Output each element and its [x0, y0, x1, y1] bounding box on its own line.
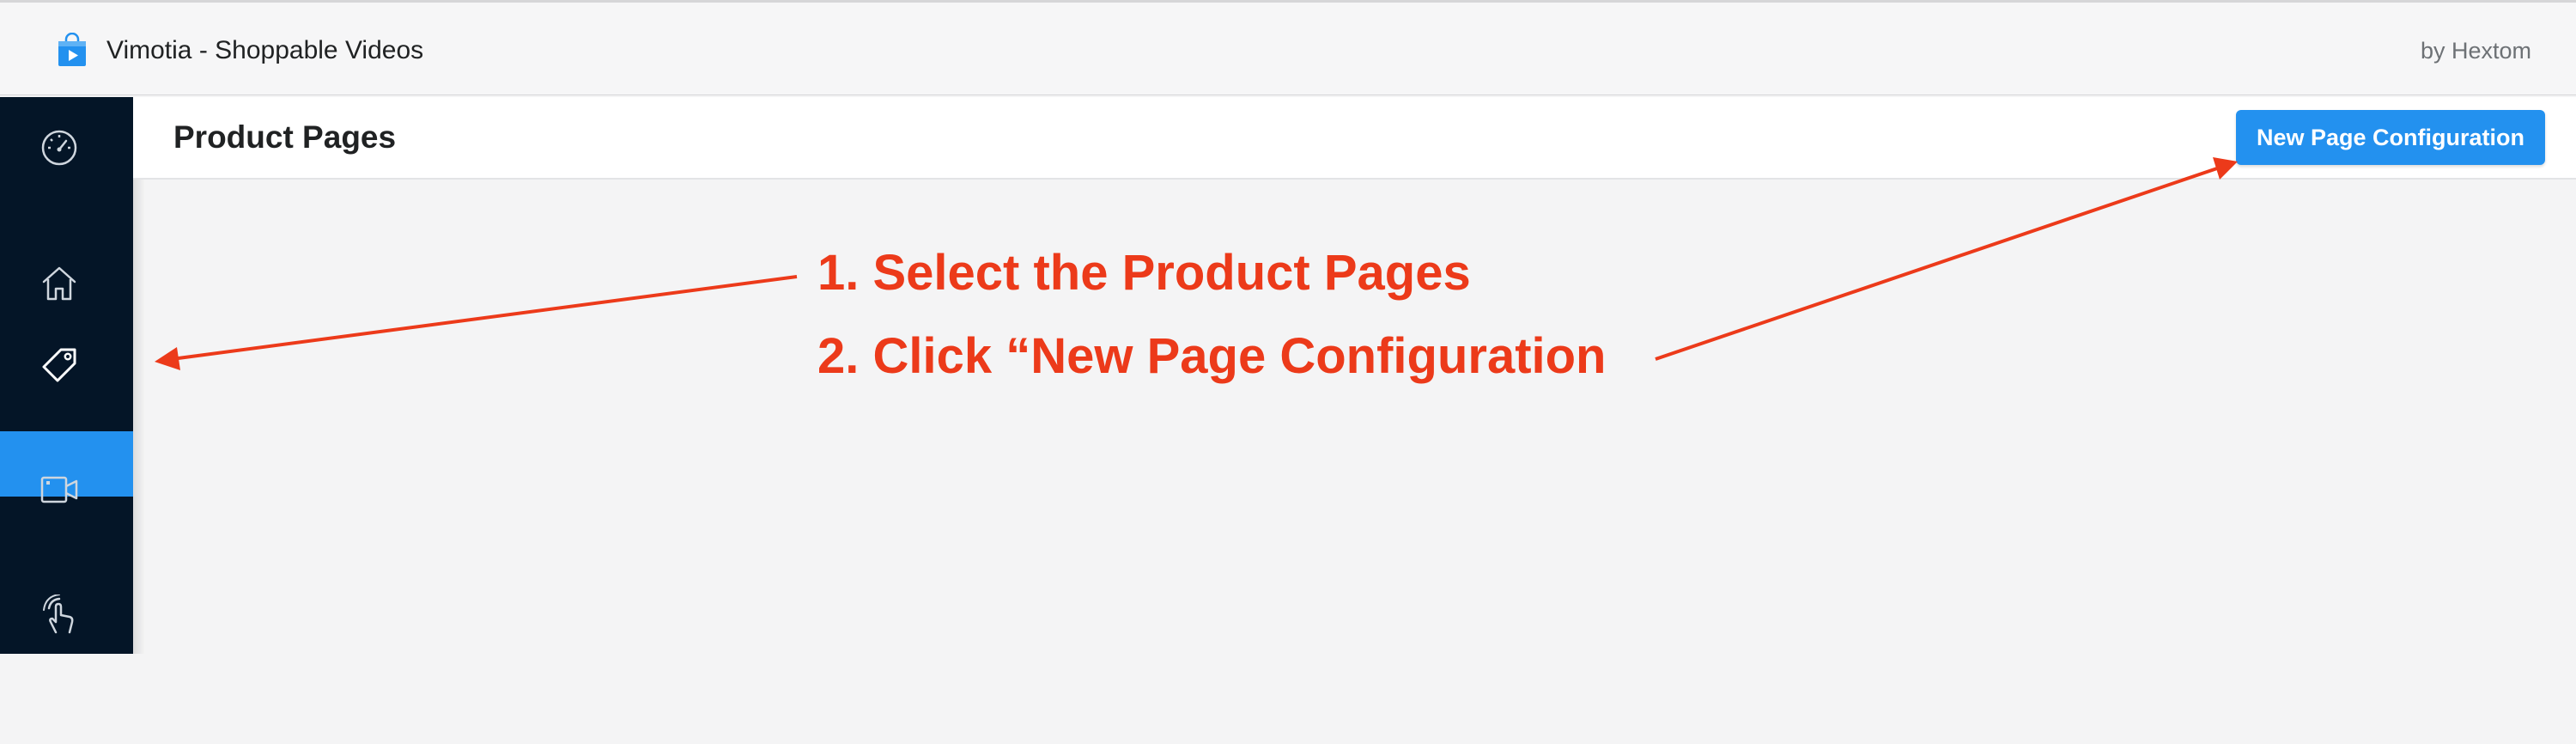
new-page-configuration-button[interactable]: New Page Configuration [2236, 110, 2545, 165]
sidebar-shadow [133, 97, 145, 654]
tap-hand-icon [43, 595, 74, 634]
arrow-to-button [1655, 157, 2238, 361]
video-camera-icon [40, 476, 78, 503]
arrow-to-sidebar [155, 275, 798, 370]
annotation-step-2: 2. Click “New Page Configuration [817, 328, 1607, 384]
shopping-bag-play-icon [58, 33, 86, 66]
app-title: Vimotia - Shoppable Videos [106, 36, 424, 64]
page-header: Product Pages [133, 97, 2576, 180]
annotation-step-1: 1. Select the Product Pages [817, 245, 1471, 301]
app-vendor: by Hextom [2420, 38, 2531, 64]
app-top-bar: Vimotia - Shoppable Videos by Hextom [0, 0, 2576, 95]
dashboard-gauge-icon [41, 130, 77, 166]
tag-icon [42, 348, 76, 382]
home-icon [42, 266, 76, 301]
sidebar-item-interactions[interactable] [0, 679, 133, 744]
page-title: Product Pages [173, 119, 397, 155]
